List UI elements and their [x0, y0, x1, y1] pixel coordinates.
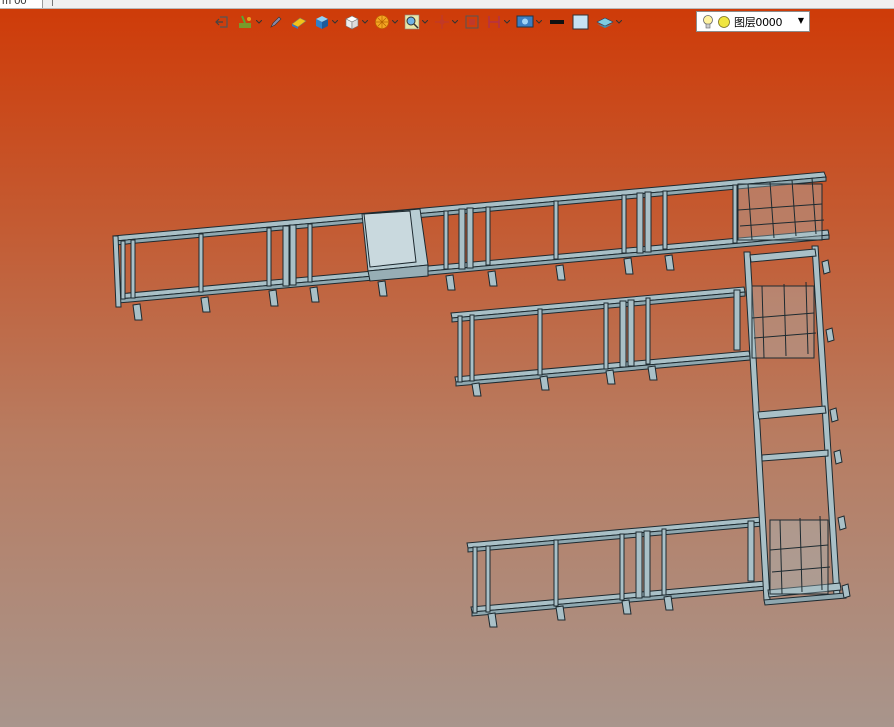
display-settings-icon[interactable] [516, 12, 542, 32]
layer-color-dot[interactable] [717, 15, 731, 29]
bottom-frame [466, 516, 768, 628]
render-mode-icon[interactable] [374, 12, 398, 32]
view-cube-icon[interactable] [344, 12, 368, 32]
layer-name: 图层0000 [734, 15, 783, 29]
chevron-down-icon[interactable] [422, 20, 428, 24]
chevron-down-icon[interactable] [616, 20, 622, 24]
chevron-down-icon[interactable] [362, 20, 368, 24]
light-bulb-icon[interactable] [701, 14, 715, 30]
corner-module-top [737, 177, 825, 241]
chevron-down-icon[interactable] [536, 20, 542, 24]
snap-icon[interactable] [464, 12, 480, 32]
chevron-down-icon[interactable] [332, 20, 338, 24]
layer-select[interactable]: 图层0000 ▼ [696, 11, 810, 32]
corner-module-bottom [769, 515, 831, 595]
gray-box [361, 208, 429, 282]
exit-icon[interactable] [214, 12, 230, 32]
3d-viewport[interactable] [0, 0, 894, 727]
pen-icon[interactable] [268, 12, 284, 32]
chevron-down-icon[interactable] [452, 20, 458, 24]
sketch-tool-icon[interactable] [236, 12, 262, 32]
line-color-icon[interactable] [548, 12, 566, 32]
section-icon[interactable] [486, 12, 510, 32]
fill-color-icon[interactable] [572, 12, 590, 32]
box-solid-icon[interactable] [314, 12, 338, 32]
eraser-icon[interactable] [290, 12, 308, 32]
chevron-down-icon[interactable] [504, 20, 510, 24]
middle-frame [450, 286, 751, 397]
main-toolbar [214, 12, 628, 32]
top-frame-uprights [120, 184, 738, 300]
chevron-down-icon[interactable] [256, 20, 262, 24]
chevron-down-icon[interactable] [392, 20, 398, 24]
zoom-icon[interactable] [404, 12, 428, 32]
layer-icon[interactable] [596, 12, 622, 32]
crosshair-icon[interactable] [434, 12, 458, 32]
corner-module-middle [751, 281, 817, 359]
chevron-down-icon[interactable]: ▼ [798, 16, 804, 25]
